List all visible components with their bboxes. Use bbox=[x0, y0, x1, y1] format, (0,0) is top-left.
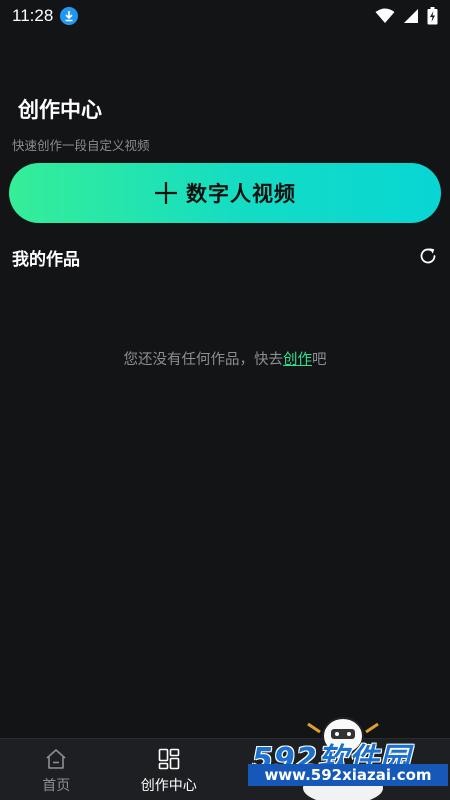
wifi-icon bbox=[375, 8, 395, 23]
empty-works-hint: 您还没有任何作品，快去创作吧 bbox=[0, 348, 450, 369]
tab-home[interactable]: 首页 bbox=[0, 739, 113, 800]
signal-icon bbox=[404, 9, 418, 23]
tab-create-center-label: 创作中心 bbox=[140, 778, 197, 794]
watermark: 592软件园 www.592xiazai.com bbox=[248, 728, 450, 800]
home-icon bbox=[46, 749, 66, 769]
watermark-url: www.592xiazai.com bbox=[248, 764, 448, 786]
status-bar: 11:28 bbox=[0, 0, 450, 32]
tab-home-label: 首页 bbox=[42, 778, 71, 794]
create-link[interactable]: 创作 bbox=[283, 352, 312, 368]
grid-icon bbox=[158, 748, 180, 770]
page-title: 创作中心 bbox=[18, 98, 102, 122]
empty-hint-text: 您还没有任何作品，快去 bbox=[123, 352, 284, 368]
download-notification-icon bbox=[60, 7, 79, 25]
my-works-title: 我的作品 bbox=[12, 250, 80, 270]
status-time: 11:28 bbox=[12, 6, 54, 25]
refresh-icon[interactable] bbox=[418, 246, 438, 266]
empty-hint-suffix: 吧 bbox=[312, 352, 327, 368]
create-digital-human-video-button[interactable]: 数字人视频 bbox=[9, 163, 441, 223]
page-subtitle: 快速创作一段自定义视频 bbox=[12, 138, 150, 153]
create-button-label: 数字人视频 bbox=[186, 182, 296, 206]
battery-charging-icon bbox=[427, 7, 438, 25]
plus-icon bbox=[155, 182, 177, 204]
tab-create-center[interactable]: 创作中心 bbox=[113, 739, 226, 800]
